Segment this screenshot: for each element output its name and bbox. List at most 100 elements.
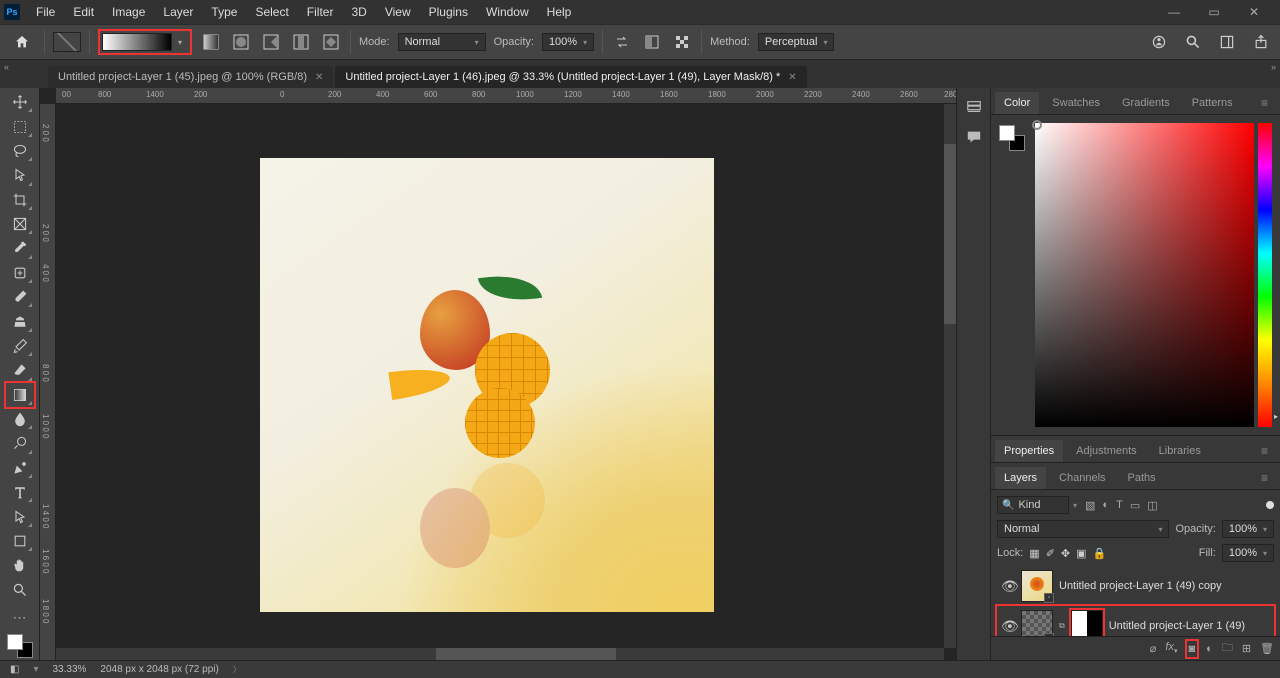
path-select-tool[interactable] xyxy=(6,504,34,528)
status-chevron-icon[interactable]: 〉 xyxy=(233,664,241,675)
gradient-picker[interactable]: ▾ xyxy=(98,29,192,55)
menu-filter[interactable]: Filter xyxy=(299,1,342,23)
document-dims[interactable]: 2048 px x 2048 px (72 ppi) xyxy=(100,664,218,675)
color-fgbg[interactable] xyxy=(999,123,1027,427)
properties-tab[interactable]: Properties xyxy=(995,440,1063,462)
scrollbar-vertical[interactable] xyxy=(944,104,956,648)
filter-smart-icon[interactable]: ◫ xyxy=(1147,499,1157,512)
menu-select[interactable]: Select xyxy=(247,1,296,23)
reverse-button[interactable] xyxy=(611,31,633,53)
lock-position-icon[interactable]: ✥ xyxy=(1061,547,1070,560)
group-icon[interactable]: 🗀 xyxy=(1222,639,1233,658)
ruler-horizontal[interactable]: 0080014002000200400600800100012001400160… xyxy=(56,88,956,104)
document-tab[interactable]: Untitled project-Layer 1 (45).jpeg @ 100… xyxy=(48,66,333,88)
history-panel-icon[interactable] xyxy=(963,96,985,118)
color-picker[interactable]: ▸ xyxy=(1035,123,1272,427)
dodge-tool[interactable] xyxy=(6,431,34,455)
crop-tool[interactable] xyxy=(6,188,34,212)
visibility-toggle[interactable]: 👁 xyxy=(1001,618,1015,635)
hand-tool[interactable] xyxy=(6,553,34,577)
menu-edit[interactable]: Edit xyxy=(65,1,102,23)
adjustment-layer-icon[interactable]: ◐ xyxy=(1206,643,1213,655)
layer-item[interactable]: 👁 ▫ ⧉ Untitled project-Layer 1 (49) xyxy=(997,606,1274,636)
panel-menu-icon[interactable]: ≡ xyxy=(1253,92,1276,114)
quick-mask-icon[interactable]: ◧ xyxy=(10,664,19,675)
scrollbar-horizontal[interactable] xyxy=(56,648,944,660)
gradient-tool[interactable] xyxy=(6,383,34,407)
layer-item[interactable]: 👁 ▫ Untitled project-Layer 1 (49) copy xyxy=(997,566,1274,606)
edit-toolbar-button[interactable]: ⋯ xyxy=(6,606,34,630)
eyedropper-tool[interactable] xyxy=(6,236,34,260)
zoom-tool[interactable] xyxy=(6,578,34,602)
marquee-tool[interactable] xyxy=(6,114,34,138)
swatches-tab[interactable]: Swatches xyxy=(1043,92,1109,114)
blur-tool[interactable] xyxy=(6,407,34,431)
delete-layer-icon[interactable]: 🗑 xyxy=(1260,642,1274,655)
cloud-docs-icon[interactable] xyxy=(1148,31,1170,53)
patterns-tab[interactable]: Patterns xyxy=(1183,92,1242,114)
quick-select-tool[interactable] xyxy=(6,163,34,187)
comments-panel-icon[interactable] xyxy=(963,126,985,148)
move-tool[interactable] xyxy=(6,90,34,114)
ruler-vertical[interactable]: 2 0 02 0 04 0 08 0 01 0 0 01 4 0 01 6 0 … xyxy=(40,104,56,660)
dither-button[interactable] xyxy=(641,31,663,53)
layer-name[interactable]: Untitled project-Layer 1 (49) copy xyxy=(1059,580,1222,592)
filter-adjustment-icon[interactable]: ◐ xyxy=(1102,499,1109,512)
lock-pixels-icon[interactable]: ✐ xyxy=(1046,547,1055,560)
menu-3d[interactable]: 3D xyxy=(343,1,374,23)
add-mask-icon[interactable]: ◙ xyxy=(1187,641,1198,657)
panel-collapse-right-icon[interactable]: » xyxy=(1271,62,1276,72)
layer-thumbnail[interactable]: ▫ xyxy=(1021,570,1053,602)
layer-name[interactable]: Untitled project-Layer 1 (49) xyxy=(1109,620,1245,632)
layers-tab[interactable]: Layers xyxy=(995,467,1046,489)
filter-type-icon[interactable]: T xyxy=(1116,499,1123,512)
layer-mask-thumbnail[interactable] xyxy=(1071,610,1103,636)
panel-collapse-left-icon[interactable]: « xyxy=(4,62,9,72)
search-icon[interactable] xyxy=(1182,31,1204,53)
reflected-gradient-button[interactable] xyxy=(290,31,312,53)
link-layers-icon[interactable]: ⌀ xyxy=(1150,642,1157,655)
lock-artboard-icon[interactable]: ▣ xyxy=(1076,547,1086,560)
lock-all-icon[interactable]: 🔒 xyxy=(1093,547,1107,560)
saturation-box[interactable] xyxy=(1035,123,1254,427)
zoom-level[interactable]: 33.33% xyxy=(52,664,86,675)
canvas-area[interactable]: 0080014002000200400600800100012001400160… xyxy=(40,88,956,660)
hue-strip[interactable]: ▸ xyxy=(1258,123,1272,427)
shape-tool[interactable] xyxy=(6,529,34,553)
mode-dropdown[interactable]: Normal xyxy=(398,33,486,51)
close-button[interactable]: ✕ xyxy=(1240,5,1268,19)
blend-mode-dropdown[interactable]: Normal xyxy=(997,520,1169,538)
healing-brush-tool[interactable] xyxy=(6,261,34,285)
frame-tool[interactable] xyxy=(6,212,34,236)
menu-image[interactable]: Image xyxy=(104,1,153,23)
layer-thumbnail[interactable]: ▫ xyxy=(1021,610,1053,636)
home-button[interactable] xyxy=(8,29,36,55)
angle-gradient-button[interactable] xyxy=(260,31,282,53)
canvas-document[interactable] xyxy=(260,158,714,612)
opacity-dropdown[interactable]: 100% xyxy=(542,33,594,51)
method-dropdown[interactable]: Perceptual xyxy=(758,33,835,51)
diamond-gradient-button[interactable] xyxy=(320,31,342,53)
channels-tab[interactable]: Channels xyxy=(1050,467,1114,489)
visibility-toggle[interactable]: 👁 xyxy=(1001,578,1015,595)
type-tool[interactable] xyxy=(6,480,34,504)
foreground-color[interactable] xyxy=(7,634,23,650)
share-icon[interactable] xyxy=(1250,31,1272,53)
menu-view[interactable]: View xyxy=(377,1,419,23)
lasso-tool[interactable] xyxy=(6,139,34,163)
filter-pixel-icon[interactable]: ▧ xyxy=(1085,499,1095,512)
eraser-tool[interactable] xyxy=(6,358,34,382)
new-layer-icon[interactable]: ⊞ xyxy=(1242,642,1251,655)
brush-tool[interactable] xyxy=(6,285,34,309)
link-mask-icon[interactable]: ⧉ xyxy=(1059,621,1065,631)
radial-gradient-button[interactable] xyxy=(230,31,252,53)
history-brush-tool[interactable] xyxy=(6,334,34,358)
menu-help[interactable]: Help xyxy=(539,1,580,23)
fill-dropdown[interactable]: 100% xyxy=(1222,544,1274,562)
close-tab-icon[interactable]: ✕ xyxy=(315,72,323,83)
menu-layer[interactable]: Layer xyxy=(155,1,201,23)
layer-fx-icon[interactable]: fx▾ xyxy=(1165,641,1177,655)
menu-window[interactable]: Window xyxy=(478,1,537,23)
maximize-button[interactable]: ▭ xyxy=(1200,5,1228,19)
foreground-background-color[interactable] xyxy=(5,632,35,660)
